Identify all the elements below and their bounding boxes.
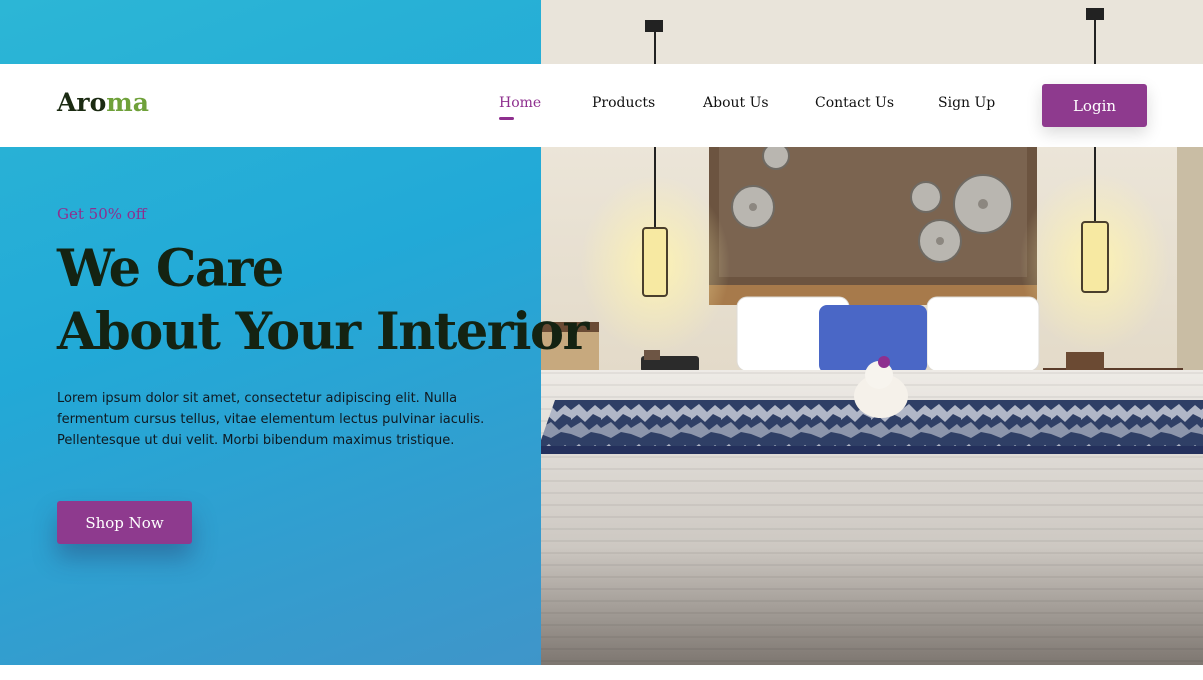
hero-headline: We Care About Your Interior [57, 238, 589, 364]
nav-item-sign-up[interactable]: Sign Up [938, 95, 995, 111]
nav-item-label: Sign Up [938, 95, 996, 111]
hero-description: Lorem ipsum dolor sit amet, consectetur … [57, 391, 485, 448]
nav-item-about-us[interactable]: About Us [703, 95, 769, 111]
hero-headline-line1: We Care [57, 239, 284, 299]
active-nav-indicator [499, 117, 514, 120]
nav-item-contact-us[interactable]: Contact Us [815, 95, 894, 111]
nav-item-home[interactable]: Home [499, 95, 542, 120]
brand-logo[interactable]: Aroma [57, 88, 149, 117]
hero-headline-line2: About Your Interior [57, 302, 589, 362]
shop-now-button[interactable]: Shop Now [57, 501, 192, 544]
nav-item-label: Products [592, 95, 656, 111]
logo-text-part1: Aro [57, 88, 107, 117]
nav-item-label: Contact Us [815, 95, 895, 111]
logo-text-part2: ma [106, 88, 149, 117]
nav-item-label: Home [499, 95, 542, 111]
login-button[interactable]: Login [1042, 84, 1147, 127]
top-navigation: Aroma Home Products About Us Contact Us … [0, 64, 1203, 147]
nav-item-products[interactable]: Products [592, 95, 655, 111]
nav-item-label: About Us [703, 95, 769, 111]
discount-tagline: Get 50% off [57, 205, 147, 223]
